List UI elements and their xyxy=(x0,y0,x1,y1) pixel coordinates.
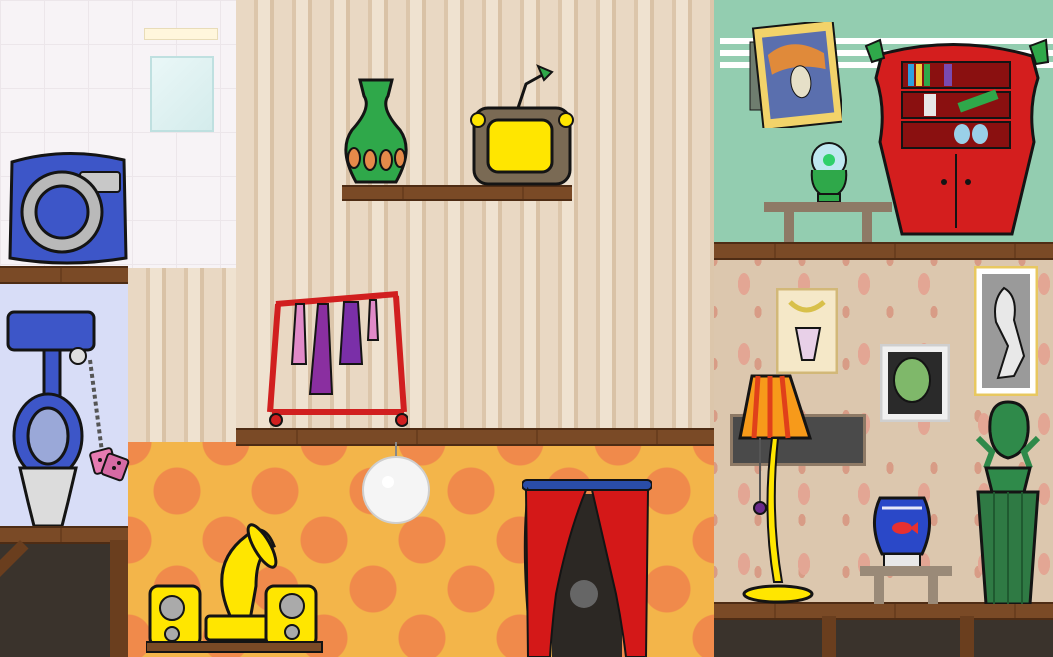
red-curtain[interactable] xyxy=(522,474,652,657)
fuzzy-dice[interactable] xyxy=(89,447,130,482)
red-bookcase[interactable] xyxy=(862,38,1052,244)
clothes-rack[interactable] xyxy=(266,284,408,430)
hall-wall xyxy=(128,268,236,442)
floor-bathroom-top xyxy=(0,266,128,284)
scream-painting[interactable] xyxy=(746,22,842,128)
floor-living-room xyxy=(236,428,714,446)
shelf-center xyxy=(342,185,572,201)
basement-post xyxy=(110,540,128,657)
gramophone[interactable] xyxy=(146,516,326,657)
ninja-painting[interactable] xyxy=(974,266,1038,396)
floor-flamingo-room xyxy=(714,602,1053,620)
alien-painting[interactable] xyxy=(880,344,950,422)
green-vase[interactable] xyxy=(340,78,412,186)
floor-library xyxy=(714,242,1053,260)
crystal-ball[interactable] xyxy=(804,140,854,204)
statue-bust[interactable] xyxy=(972,398,1044,604)
goldfish-bowl[interactable] xyxy=(872,494,932,570)
disco-ball[interactable] xyxy=(360,442,432,526)
washing-machine[interactable] xyxy=(6,150,130,268)
retro-tv[interactable] xyxy=(468,62,576,186)
basement-post xyxy=(822,616,836,657)
basement-post xyxy=(960,616,974,657)
floor-lamp[interactable] xyxy=(736,372,816,604)
fishbowl-table[interactable] xyxy=(860,566,952,604)
pull-chain[interactable] xyxy=(86,356,132,486)
chain-painting[interactable] xyxy=(776,288,838,374)
ceiling-light xyxy=(144,28,218,40)
mirror[interactable] xyxy=(150,56,214,132)
